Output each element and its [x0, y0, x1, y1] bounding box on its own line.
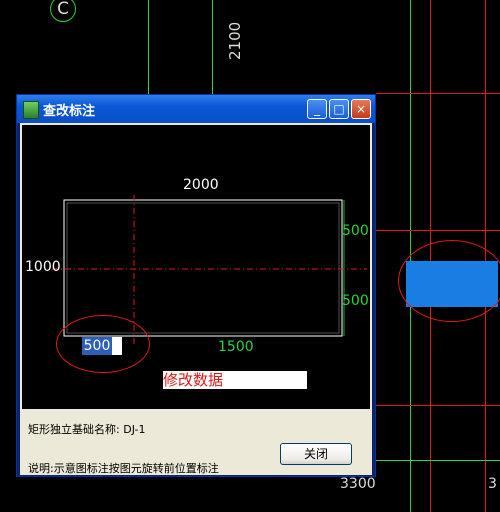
grid-line	[376, 230, 500, 231]
grid-line	[376, 93, 500, 94]
grid-line	[376, 460, 500, 461]
dialog-title: 查改标注	[43, 104, 96, 119]
foundation-name-row: 矩形独立基础名称: DJ-1	[28, 421, 146, 437]
minimize-button[interactable]: _	[307, 99, 327, 119]
diagram-preview: 2000 1000 500 500 1500 500 500 修改数据	[22, 125, 370, 409]
highlight-ellipse	[398, 240, 500, 322]
grid-line	[212, 0, 213, 94]
dimension-text-3300: 3300	[340, 476, 376, 492]
edit-annotation-dialog: 查改标注 _ □ × 2000 1000 500 500 1500 500 50…	[16, 94, 376, 477]
axis-bubble: C	[50, 0, 76, 22]
close-button[interactable]: 关闭	[280, 443, 352, 465]
dim-height-label: 1000	[25, 259, 61, 275]
dim-bottom-left-selected[interactable]: 500	[82, 337, 112, 355]
grid-line	[148, 0, 149, 94]
dialog-body: 2000 1000 500 500 1500 500 500 修改数据 矩形独立…	[20, 123, 372, 475]
note-text: 说明:示意图标注按图元旋转前位置标注	[28, 462, 219, 475]
dim-bottom-right-label: 1500	[218, 339, 254, 355]
maximize-button[interactable]: □	[329, 99, 349, 119]
dim-width-label: 2000	[183, 177, 219, 193]
dim-right-top-label: 500	[342, 223, 369, 239]
dimension-text-right: 3	[488, 476, 497, 492]
foundation-name-value: DJ-1	[123, 423, 146, 436]
foundation-name-label: 矩形独立基础名称:	[28, 423, 120, 436]
titlebar[interactable]: 查改标注 _ □ ×	[17, 95, 375, 123]
app-icon	[23, 101, 39, 119]
grid-line	[376, 405, 500, 406]
edit-data-hint: 修改数据	[163, 371, 307, 389]
close-window-button[interactable]: ×	[351, 99, 371, 119]
dimension-text-2100: 2100	[226, 21, 244, 60]
dim-right-bottom-label: 500	[342, 293, 369, 309]
